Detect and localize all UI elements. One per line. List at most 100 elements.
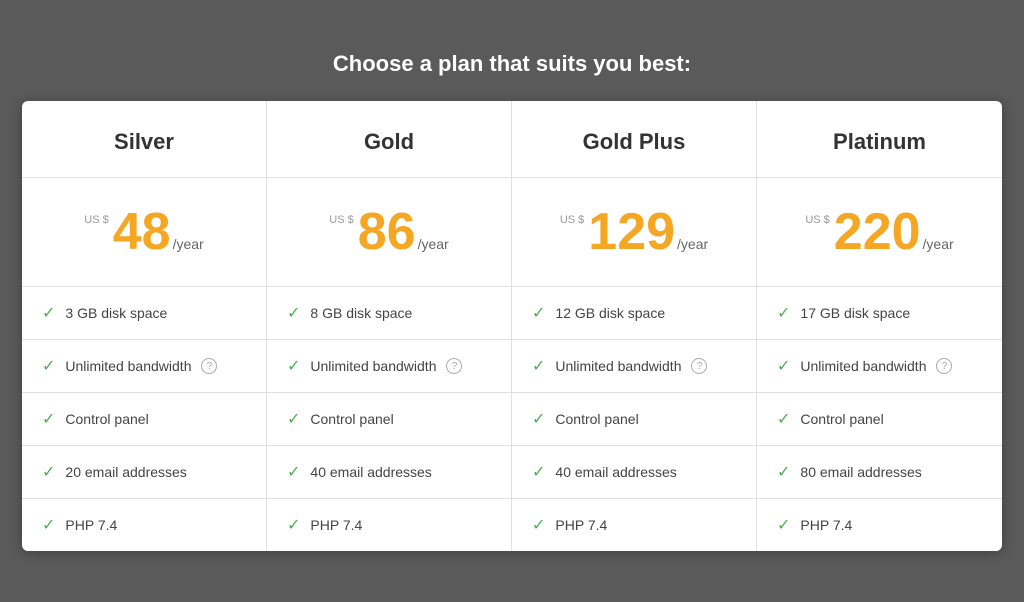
price-period-gold-plus: /year	[677, 236, 708, 252]
feature-label-platinum-3: 80 email addresses	[800, 464, 921, 480]
feature-text-wrap: Control panel	[555, 411, 638, 427]
check-icon: ✓	[287, 515, 300, 535]
feature-cell-gold-plus-1: ✓ Unlimited bandwidth?	[512, 340, 757, 392]
feature-label-gold-4: PHP 7.4	[310, 517, 362, 533]
pricing-container: Choose a plan that suits you best: Silve…	[22, 51, 1002, 551]
feature-text-wrap: PHP 7.4	[65, 517, 117, 533]
info-icon[interactable]: ?	[691, 358, 707, 374]
feature-text-wrap: PHP 7.4	[800, 517, 852, 533]
price-period-silver: /year	[173, 236, 204, 252]
check-icon: ✓	[287, 462, 300, 482]
feature-row-4: ✓ PHP 7.4 ✓ PHP 7.4 ✓ PHP 7.4 ✓ PHP 7.4	[22, 499, 1002, 551]
feature-cell-gold-1: ✓ Unlimited bandwidth?	[267, 340, 512, 392]
feature-row-2: ✓ Control panel ✓ Control panel ✓ Control pan…	[22, 393, 1002, 446]
feature-label-platinum-4: PHP 7.4	[800, 517, 852, 533]
price-period-platinum: /year	[923, 236, 954, 252]
feature-text-wrap: PHP 7.4	[310, 517, 362, 533]
feature-cell-gold-0: ✓ 8 GB disk space	[267, 287, 512, 339]
check-icon: ✓	[777, 356, 790, 376]
price-cell-platinum: US $ 220/year	[757, 178, 1002, 286]
price-currency-gold-plus: US $	[560, 214, 584, 226]
check-icon: ✓	[777, 303, 790, 323]
feature-label-gold-plus-1: Unlimited bandwidth	[555, 358, 681, 374]
feature-cell-gold-2: ✓ Control panel	[267, 393, 512, 445]
feature-label-silver-4: PHP 7.4	[65, 517, 117, 533]
check-icon: ✓	[287, 409, 300, 429]
feature-label-gold-3: 40 email addresses	[310, 464, 431, 480]
feature-text-wrap: 3 GB disk space	[65, 305, 167, 321]
feature-text-wrap: 17 GB disk space	[800, 305, 910, 321]
feature-text-wrap: 8 GB disk space	[310, 305, 412, 321]
price-amount-gold-plus: 129	[588, 206, 675, 258]
price-cell-gold: US $ 86/year	[267, 178, 512, 286]
plan-headers-row: SilverGoldGold PlusPlatinum	[22, 101, 1002, 178]
price-period-gold: /year	[418, 236, 449, 252]
check-icon: ✓	[42, 303, 55, 323]
feature-cell-platinum-1: ✓ Unlimited bandwidth?	[757, 340, 1002, 392]
check-icon: ✓	[287, 356, 300, 376]
price-row: US $ 48/year US $ 86/year US $ 129/year US $ 22…	[22, 178, 1002, 287]
feature-cell-gold-plus-0: ✓12 GB disk space	[512, 287, 757, 339]
plan-header-platinum: Platinum	[757, 101, 1002, 177]
feature-text-wrap: PHP 7.4	[555, 517, 607, 533]
feature-label-silver-0: 3 GB disk space	[65, 305, 167, 321]
feature-label-platinum-0: 17 GB disk space	[800, 305, 910, 321]
feature-text-wrap: Unlimited bandwidth?	[555, 358, 707, 374]
check-icon: ✓	[532, 515, 545, 535]
feature-label-silver-2: Control panel	[65, 411, 148, 427]
feature-cell-gold-4: ✓ PHP 7.4	[267, 499, 512, 551]
feature-label-gold-2: Control panel	[310, 411, 393, 427]
feature-cell-platinum-4: ✓ PHP 7.4	[757, 499, 1002, 551]
feature-cell-platinum-0: ✓ 17 GB disk space	[757, 287, 1002, 339]
feature-label-silver-3: 20 email addresses	[65, 464, 186, 480]
feature-label-gold-plus-4: PHP 7.4	[555, 517, 607, 533]
feature-rows: ✓3 GB disk space✓8 GB disk space✓12 GB d…	[22, 287, 1002, 551]
price-amount-silver: 48	[113, 206, 171, 258]
page-title: Choose a plan that suits you best:	[22, 51, 1002, 77]
pricing-table: SilverGoldGold PlusPlatinum US $48/yearU…	[22, 101, 1002, 551]
feature-text-wrap: 80 email addresses	[800, 464, 921, 480]
feature-label-gold-plus-0: 12 GB disk space	[555, 305, 665, 321]
info-icon[interactable]: ?	[446, 358, 462, 374]
price-currency-gold: US $	[329, 214, 353, 226]
feature-label-gold-0: 8 GB disk space	[310, 305, 412, 321]
feature-cell-gold-3: ✓ 40 email addresses	[267, 446, 512, 498]
check-icon: ✓	[42, 409, 55, 429]
feature-cell-silver-0: ✓ 3 GB disk space	[22, 287, 267, 339]
feature-text-wrap: Unlimited bandwidth?	[65, 358, 217, 374]
feature-row-1: ✓ Unlimited bandwidth? ✓ Unlimited bandwidt…	[22, 340, 1002, 393]
price-cell-silver: US $ 48/year	[22, 178, 267, 286]
price-currency-silver: US $	[84, 214, 108, 226]
check-icon: ✓	[777, 462, 790, 482]
feature-cell-silver-3: ✓ 20 email addresses	[22, 446, 267, 498]
feature-label-gold-1: Unlimited bandwidth	[310, 358, 436, 374]
feature-text-wrap: Control panel	[65, 411, 148, 427]
feature-row-0: ✓3 GB disk space✓8 GB disk space✓12 GB d…	[22, 287, 1002, 340]
feature-text-wrap: Control panel	[800, 411, 883, 427]
info-icon[interactable]: ?	[936, 358, 952, 374]
price-amount-platinum: 220	[834, 206, 921, 258]
feature-text-wrap: Unlimited bandwidth?	[800, 358, 952, 374]
info-icon[interactable]: ?	[201, 358, 217, 374]
price-amount-gold: 86	[358, 206, 416, 258]
check-icon: ✓	[42, 462, 55, 482]
feature-cell-platinum-2: ✓Control panel	[757, 393, 1002, 445]
check-icon: ✓	[777, 515, 790, 535]
feature-cell-gold-plus-3: ✓40 email addresses	[512, 446, 757, 498]
feature-cell-silver-4: ✓ PHP 7.4	[22, 499, 267, 551]
feature-row-3: ✓20 email addresses✓40 email addresses✓4…	[22, 446, 1002, 499]
feature-cell-gold-plus-4: ✓ PHP 7.4	[512, 499, 757, 551]
plan-header-silver: Silver	[22, 101, 267, 177]
feature-label-platinum-2: Control panel	[800, 411, 883, 427]
check-icon: ✓	[42, 515, 55, 535]
check-icon: ✓	[287, 303, 300, 323]
feature-text-wrap: 12 GB disk space	[555, 305, 665, 321]
feature-text-wrap: 40 email addresses	[310, 464, 431, 480]
feature-text-wrap: Unlimited bandwidth?	[310, 358, 462, 374]
feature-label-platinum-1: Unlimited bandwidth	[800, 358, 926, 374]
check-icon: ✓	[532, 409, 545, 429]
check-icon: ✓	[532, 462, 545, 482]
price-currency-platinum: US $	[805, 214, 829, 226]
check-icon: ✓	[532, 356, 545, 376]
feature-cell-silver-2: ✓ Control panel	[22, 393, 267, 445]
